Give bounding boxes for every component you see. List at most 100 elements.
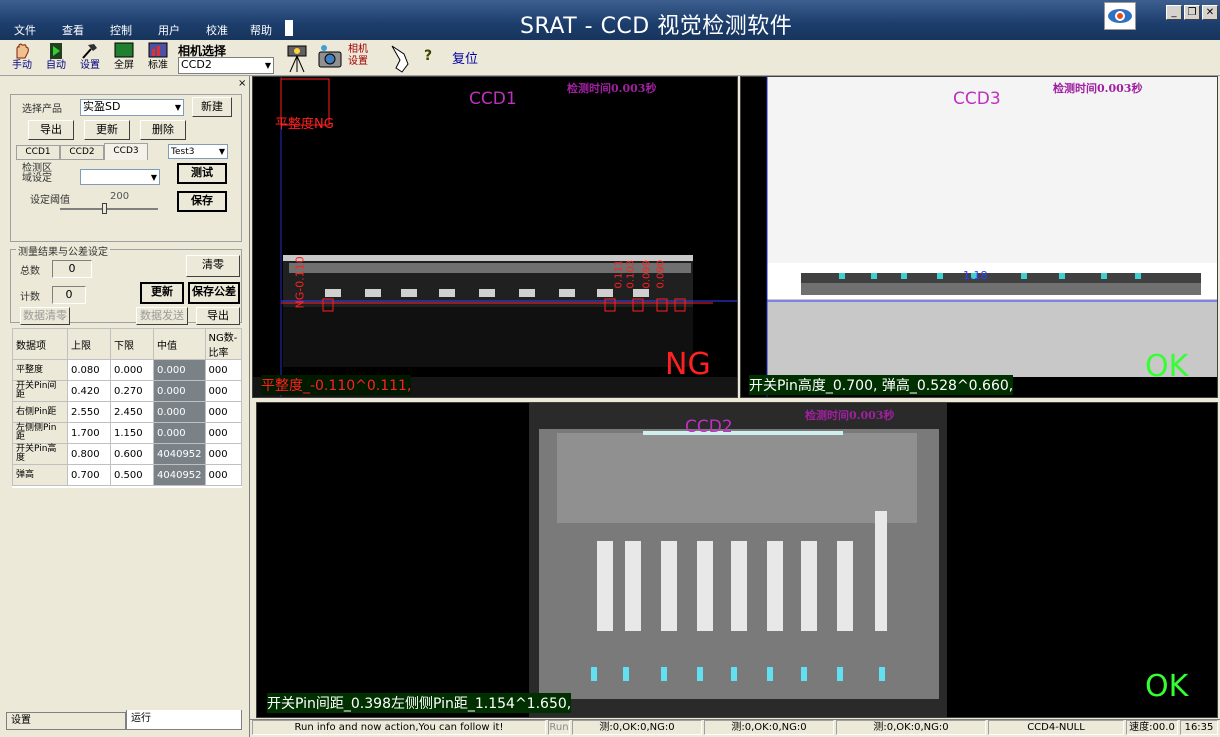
- test-select-value: Test3: [171, 147, 195, 157]
- tab-ccd2[interactable]: CCD2: [60, 145, 104, 160]
- table-cell[interactable]: 0.500: [110, 464, 154, 486]
- region-setting-label: 检测区 域设定: [22, 163, 52, 184]
- export-button[interactable]: 导出: [28, 120, 74, 140]
- data-send-button[interactable]: 数据发送: [136, 307, 188, 325]
- menu-view[interactable]: 查看: [62, 22, 84, 38]
- table-row[interactable]: 开关Pin高度 0.800 0.600 4040952 000: [12, 443, 243, 465]
- table-cell[interactable]: 2.550: [67, 401, 111, 423]
- ccd2-time: 检测时间0.003秒: [805, 409, 895, 422]
- update-measure-button[interactable]: 更新: [140, 282, 184, 304]
- table-cell: 0.000: [153, 359, 206, 381]
- monitor-icon: [114, 42, 134, 58]
- table-cell: 右侧Pin距: [12, 401, 68, 423]
- table-cell[interactable]: 1.150: [110, 422, 154, 444]
- table-cell: 000: [204, 359, 243, 381]
- camera-settings-button[interactable]: 相机 设置: [348, 44, 374, 68]
- fullscreen-button[interactable]: 全屏: [108, 42, 140, 74]
- table-cell: 4040952: [153, 443, 206, 465]
- reset-button[interactable]: 复位: [452, 48, 478, 67]
- panel-close-icon[interactable]: ×: [238, 78, 246, 89]
- menu-file[interactable]: 文件: [14, 22, 36, 38]
- restore-icon[interactable]: ❐: [1184, 5, 1200, 20]
- measure-section-title: 测量结果与公差设定: [16, 243, 110, 258]
- ccd2-view[interactable]: CCD2 检测时间0.003秒 OK 开关Pin间距_0.398左侧侧Pin距_…: [256, 402, 1218, 718]
- data-clear-button[interactable]: 数据清零: [20, 307, 70, 325]
- table-cell[interactable]: 0.080: [67, 359, 111, 381]
- table-cell[interactable]: 0.800: [67, 443, 111, 465]
- ccd1-pin-label: 0.111: [613, 259, 625, 289]
- camera-snapshot-button[interactable]: [314, 42, 346, 74]
- tab-ccd1[interactable]: CCD1: [16, 145, 60, 160]
- test-button[interactable]: 测试: [177, 163, 227, 184]
- ccd3-view[interactable]: CCD3 检测时间0.003秒 1.18 OK 开关Pin高度_0.700, 弹…: [740, 76, 1218, 398]
- minimize-icon[interactable]: _: [1166, 5, 1182, 20]
- camera-select[interactable]: CCD2 ▼: [178, 57, 274, 74]
- clear-button[interactable]: 清零: [186, 255, 240, 277]
- threshold-slider-track[interactable]: [60, 208, 158, 210]
- ccd3-time: 检测时间0.003秒: [1053, 82, 1143, 95]
- table-cell[interactable]: 0.600: [110, 443, 154, 465]
- menu-help[interactable]: 帮助: [250, 22, 272, 38]
- ccd1-view[interactable]: 平整度NG CCD1 检测时间0.003秒 NG-0.110 0.111 0.1…: [252, 76, 738, 398]
- settings-button[interactable]: 设置: [74, 42, 106, 74]
- threshold-slider-thumb[interactable]: [102, 203, 108, 214]
- ccd3-result: OK: [1145, 349, 1189, 384]
- tab-run[interactable]: 运行: [126, 710, 242, 730]
- table-cell: 0.000: [153, 422, 206, 444]
- table-cell[interactable]: 0.420: [67, 380, 111, 402]
- save-button[interactable]: 保存: [177, 191, 227, 212]
- table-header-cell: 数据项: [12, 328, 68, 360]
- hand-icon: [16, 43, 29, 59]
- status-run: Run: [548, 720, 570, 735]
- status-info: Run info and now action,You can follow i…: [252, 720, 546, 735]
- standard-button[interactable]: 标准: [142, 42, 174, 74]
- count-value: 0: [52, 286, 86, 304]
- table-cell: 0.000: [153, 380, 206, 402]
- table-cell[interactable]: 0.700: [67, 464, 111, 486]
- delete-button[interactable]: 删除: [140, 120, 186, 140]
- table-row[interactable]: 弹高 0.700 0.500 4040952 000: [12, 464, 243, 486]
- export-data-button[interactable]: 导出: [196, 307, 240, 325]
- ccd1-pin-label: 0.090: [655, 259, 667, 289]
- table-cell: 左侧侧Pin距: [12, 422, 68, 444]
- hammer-icon: [82, 44, 97, 59]
- new-product-button[interactable]: 新建: [192, 97, 232, 117]
- table-row[interactable]: 开关Pin间距 0.420 0.270 0.000 000: [12, 380, 243, 402]
- pointer-button[interactable]: [384, 42, 416, 74]
- manual-button[interactable]: 手动: [6, 42, 38, 74]
- close-icon[interactable]: ✕: [1202, 5, 1218, 20]
- table-cell: 000: [204, 380, 243, 402]
- update-button[interactable]: 更新: [84, 120, 130, 140]
- test-select[interactable]: Test3 ▼: [168, 144, 228, 159]
- table-cell: 000: [204, 422, 243, 444]
- table-cell[interactable]: 1.700: [67, 422, 111, 444]
- ccd1-roi-label: 平整度NG: [275, 117, 334, 132]
- table-cell[interactable]: 0.270: [110, 380, 154, 402]
- ccd3-mid-label: 1.18: [963, 269, 988, 282]
- table-cell[interactable]: 2.450: [110, 401, 154, 423]
- menu-user[interactable]: 用户: [158, 22, 180, 38]
- status-time: 16:35: [1180, 720, 1218, 735]
- tripod-camera-icon: [287, 45, 307, 73]
- region-select[interactable]: ▼: [80, 169, 160, 185]
- help-icon[interactable]: ?: [424, 48, 432, 64]
- auto-button[interactable]: 自动: [40, 42, 72, 74]
- tab-ccd3[interactable]: CCD3: [104, 143, 148, 160]
- count-label: 计数: [20, 292, 40, 303]
- table-cell[interactable]: 0.000: [110, 359, 154, 381]
- table-row[interactable]: 右侧Pin距 2.550 2.450 0.000 000: [12, 401, 243, 423]
- chevron-down-icon: ▼: [150, 173, 157, 182]
- table-row[interactable]: 左侧侧Pin距 1.700 1.150 0.000 000: [12, 422, 243, 444]
- tab-settings[interactable]: 设置: [6, 712, 126, 730]
- chevron-down-icon: ▼: [264, 61, 271, 70]
- product-select[interactable]: 实盈SD ▼: [80, 99, 184, 116]
- status-count-3: 测:0,OK:0,NG:0: [836, 720, 986, 735]
- table-row[interactable]: 平整度 0.080 0.000 0.000 000: [12, 359, 243, 381]
- menu-control[interactable]: 控制: [110, 22, 132, 38]
- status-count-1: 测:0,OK:0,NG:0: [572, 720, 702, 735]
- menu-calibrate[interactable]: 校准: [206, 22, 228, 38]
- camera-test-button[interactable]: [282, 42, 314, 74]
- table-cell: 4040952: [153, 464, 206, 486]
- save-tolerance-button[interactable]: 保存公差: [188, 282, 240, 304]
- threshold-label: 设定阈值: [30, 195, 70, 206]
